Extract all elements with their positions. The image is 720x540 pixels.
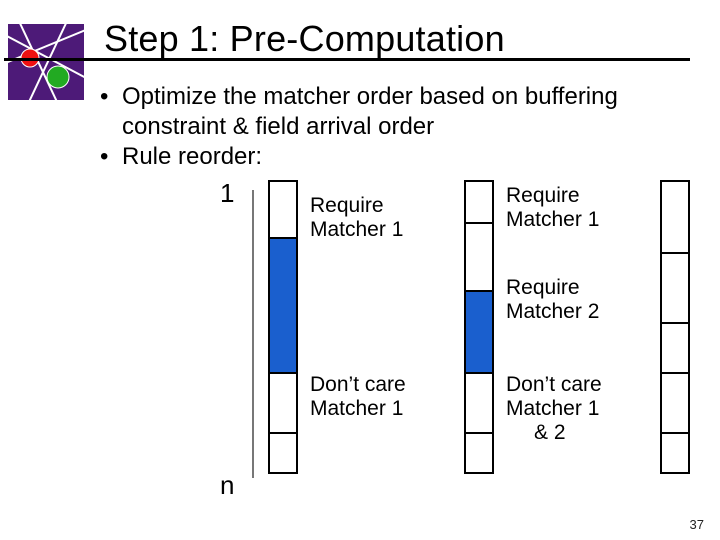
label-require-matcher1-r: Require Matcher 1 [506,184,599,232]
axis-line [252,190,254,478]
column-2-fill [466,290,492,372]
bullet-item: • Rule reorder: [100,142,690,172]
label-require-matcher2: Require Matcher 2 [506,276,599,324]
bullet-item: • Optimize the matcher order based on bu… [100,82,690,142]
axis-top-label: 1 [220,178,234,209]
bullet-dot: • [100,142,122,172]
slide-title: Step 1: Pre-Computation [104,18,680,60]
label-dontcare-matcher1: Don’t care Matcher 1 [310,373,406,421]
column-2 [464,180,494,474]
title-underline [4,58,690,61]
bullet-dot: • [100,82,122,142]
bullet-list: • Optimize the matcher order based on bu… [100,82,690,172]
column-1-fill [270,237,296,372]
axis-bottom-label: n [220,470,234,501]
column-1 [268,180,298,474]
page-number: 37 [690,517,704,532]
logo-graphic [8,24,84,100]
slide-logo [8,24,84,100]
diagram-area: 1 n Require Matcher 1 Don’t care Matcher… [220,178,700,520]
column-3 [660,180,690,474]
bullet-text: Rule reorder: [122,142,262,172]
bullet-text: Optimize the matcher order based on buff… [122,82,690,142]
label-dontcare-matcher12: Don’t care Matcher 1 & 2 [506,373,602,445]
label-require-matcher1: Require Matcher 1 [310,194,403,242]
